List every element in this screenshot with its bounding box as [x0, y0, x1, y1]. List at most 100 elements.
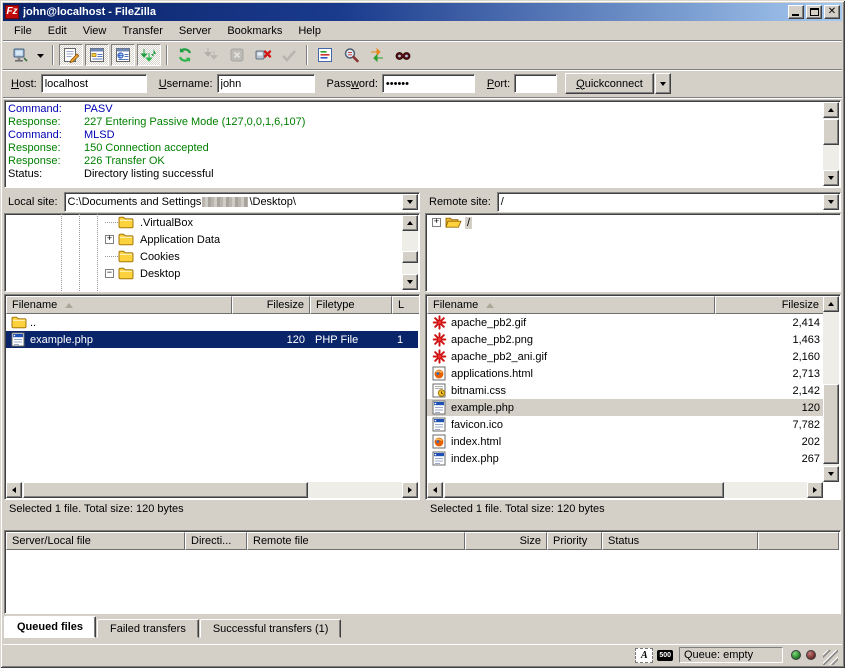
menu-transfer[interactable]: Transfer [114, 23, 171, 39]
local-tree-scrollbar[interactable] [402, 215, 418, 290]
file-row-bitnami-css[interactable]: bitnami.css2,142 [427, 382, 823, 399]
scroll-right-button[interactable] [402, 482, 418, 498]
scroll-right-button[interactable] [807, 482, 823, 498]
file-size: 2,713 [715, 368, 823, 380]
directory-comparison-button[interactable] [339, 44, 363, 66]
column-header-filename[interactable]: Filename [427, 296, 715, 314]
maximize-button[interactable] [806, 5, 822, 19]
host-input[interactable] [41, 74, 147, 93]
tree-item--virtualbox[interactable]: .VirtualBox [5, 214, 403, 231]
reconnect-button[interactable] [277, 44, 301, 66]
scroll-down-button[interactable] [823, 170, 839, 186]
scroll-down-button[interactable] [402, 274, 418, 290]
file-row-example-php[interactable]: example.php120PHP File1 [6, 331, 418, 348]
remote-path-dropdown[interactable] [823, 194, 839, 210]
column-header-l[interactable]: L [392, 296, 420, 314]
menu-file[interactable]: File [6, 23, 40, 39]
queue-column-remote-file[interactable]: Remote file [247, 532, 465, 550]
close-button[interactable]: ✕ [824, 5, 840, 19]
column-header-filetype[interactable]: Filetype [310, 296, 392, 314]
open-site-manager-button[interactable] [8, 44, 32, 66]
tree-item-cookies[interactable]: Cookies [5, 248, 403, 265]
menu-server[interactable]: Server [171, 23, 219, 39]
file-row-index-html[interactable]: index.html202 [427, 433, 823, 450]
quickconnect-button[interactable]: Quickconnect [565, 73, 654, 94]
local-path-dropdown[interactable] [402, 194, 418, 210]
scroll-up-button[interactable] [402, 215, 418, 231]
scroll-up-button[interactable] [823, 296, 839, 312]
remote-list-hscrollbar[interactable] [427, 482, 823, 498]
file-row-favicon-ico[interactable]: favicon.ico7,782 [427, 416, 823, 433]
tree-expander-icon[interactable]: + [432, 218, 441, 227]
folder-icon [11, 315, 27, 330]
cancel-operation-button[interactable] [225, 44, 249, 66]
file-row-example-php[interactable]: example.php120 [427, 399, 823, 416]
remote-list-vscrollbar[interactable] [823, 296, 839, 482]
process-queue-button[interactable] [199, 44, 223, 66]
find-files-button[interactable] [391, 44, 415, 66]
toggle-queue-button[interactable] [137, 44, 161, 66]
toggle-message-log-button[interactable] [59, 44, 83, 66]
file-row-apache-pb2-gif[interactable]: apache_pb2.gif2,414 [427, 314, 823, 331]
toggle-local-tree-button[interactable] [85, 44, 109, 66]
sync-browsing-button[interactable] [365, 44, 389, 66]
scroll-thumb[interactable] [823, 119, 839, 145]
scroll-up-button[interactable] [823, 102, 839, 118]
refresh-button[interactable] [173, 44, 197, 66]
minimize-button[interactable] [788, 5, 804, 19]
file-size: 2,414 [715, 317, 823, 329]
resize-grip[interactable] [823, 650, 838, 665]
tree-item-application-data[interactable]: +Application Data [5, 231, 403, 248]
tab-successful-transfers-1-[interactable]: Successful transfers (1) [200, 619, 342, 638]
toolbar-separator [306, 45, 308, 65]
queue-column-priority[interactable]: Priority [547, 532, 602, 550]
remote-directory-tree: +/ [425, 213, 841, 292]
site-manager-dropdown[interactable] [34, 44, 47, 66]
tab-failed-transfers[interactable]: Failed transfers [97, 619, 199, 638]
log-scrollbar[interactable] [823, 102, 839, 186]
scroll-thumb[interactable] [444, 482, 724, 498]
file-row-apache-pb2-ani-gif[interactable]: apache_pb2_ani.gif2,160 [427, 348, 823, 365]
local-list-hscrollbar[interactable] [6, 482, 418, 498]
scroll-thumb[interactable] [402, 251, 418, 263]
file-row-apache-pb2-png[interactable]: apache_pb2.png1,463 [427, 331, 823, 348]
tree-expander-icon[interactable]: + [105, 235, 114, 244]
tree-expander-icon[interactable]: − [105, 269, 114, 278]
scroll-left-button[interactable] [427, 482, 443, 498]
scroll-thumb[interactable] [23, 482, 308, 498]
local-path-combobox[interactable]: C:\Documents and Settings\Desktop\ [64, 192, 420, 212]
password-input[interactable] [382, 74, 475, 93]
filter-button[interactable] [313, 44, 337, 66]
scroll-left-button[interactable] [6, 482, 22, 498]
menu-edit[interactable]: Edit [40, 23, 75, 39]
quickconnect-dropdown[interactable] [655, 73, 671, 94]
tab-queued-files[interactable]: Queued files [4, 616, 96, 638]
file-row--[interactable]: .. [6, 314, 418, 331]
queue-column-directi-[interactable]: Directi... [185, 532, 247, 550]
queue-column-status[interactable]: Status [602, 532, 758, 550]
username-input[interactable] [217, 74, 315, 93]
scroll-thumb[interactable] [823, 384, 839, 464]
scroll-down-button[interactable] [823, 466, 839, 482]
pane-splitter[interactable] [420, 192, 425, 522]
file-row-index-php[interactable]: index.php267 [427, 450, 823, 467]
log-line: Response:227 Entering Passive Mode (127,… [5, 116, 840, 129]
column-header-filesize[interactable]: Filesize [232, 296, 310, 314]
speed-limit-icon[interactable]: 500 [657, 650, 673, 661]
tree-item-root[interactable]: +/ [426, 214, 840, 231]
toggle-remote-tree-button[interactable] [111, 44, 135, 66]
menu-help[interactable]: Help [290, 23, 329, 39]
remote-path-combobox[interactable]: / [497, 192, 841, 212]
data-type-indicator-icon[interactable]: A [635, 648, 653, 663]
queue-column-server-local-file[interactable]: Server/Local file [6, 532, 185, 550]
queue-column-size[interactable]: Size [465, 532, 547, 550]
menu-view[interactable]: View [75, 23, 115, 39]
port-input[interactable] [514, 74, 557, 93]
column-header-filename[interactable]: Filename [6, 296, 232, 314]
tree-item-desktop[interactable]: −Desktop [5, 265, 403, 282]
file-row-applications-html[interactable]: applications.html2,713 [427, 365, 823, 382]
disconnect-button[interactable] [251, 44, 275, 66]
find-icon [394, 46, 412, 64]
column-header-filesize[interactable]: Filesize [715, 296, 825, 314]
menu-bookmarks[interactable]: Bookmarks [219, 23, 290, 39]
